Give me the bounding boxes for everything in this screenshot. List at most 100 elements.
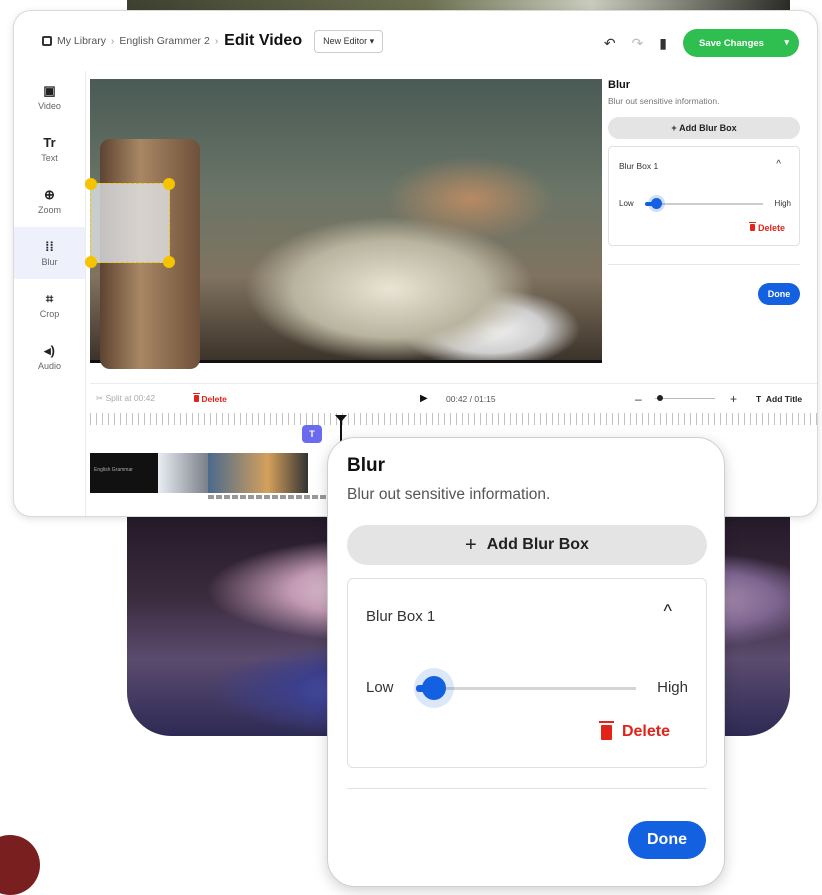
- blur-intensity-slider[interactable]: [651, 198, 662, 209]
- clip-thumbnail[interactable]: English Grammar: [90, 453, 158, 493]
- add-blur-box-button[interactable]: + Add Blur Box: [608, 117, 800, 139]
- trash-icon: [598, 720, 614, 740]
- blur-box-name: Blur Box 1: [619, 161, 659, 171]
- delete-label: Delete: [621, 723, 670, 740]
- crop-icon: ⌗: [45, 290, 54, 306]
- editor-select-value: New Editor: [323, 35, 368, 46]
- title-track-badge[interactable]: T: [302, 425, 322, 443]
- resize-handle[interactable]: [85, 256, 97, 268]
- sidebar-item-zoom[interactable]: ⊕ Zoom: [14, 175, 85, 227]
- split-label: Split at 00:42: [105, 393, 156, 403]
- timeline-zoom-track[interactable]: [655, 398, 715, 399]
- library-icon: [42, 36, 52, 46]
- breadcrumb: My Library › English Grammer 2 ›: [42, 35, 218, 47]
- trash-icon: [193, 392, 200, 402]
- divider: [347, 788, 707, 789]
- blur-intensity-track[interactable]: [645, 203, 763, 205]
- editor-select[interactable]: New Editor ▾: [314, 29, 384, 53]
- breadcrumb-separator: ›: [214, 35, 219, 47]
- sidebar-item-crop[interactable]: ⌗ Crop: [14, 279, 85, 331]
- chevron-down-icon[interactable]: ▾: [784, 37, 789, 48]
- sidebar-item-blur[interactable]: ⁞⁞ Blur: [14, 227, 85, 279]
- add-blur-box-button[interactable]: + Add Blur Box: [347, 525, 707, 565]
- sidebar-item-label: Blur: [41, 256, 58, 267]
- divider: [608, 264, 800, 265]
- resize-handle[interactable]: [163, 256, 175, 268]
- blur-icon: ⁞⁞: [45, 238, 54, 254]
- resize-handle[interactable]: [163, 178, 175, 190]
- delete-label: Delete: [201, 393, 227, 404]
- clip-thumbnail[interactable]: [158, 453, 208, 493]
- save-changes-button[interactable]: Save Changes ▾: [683, 29, 799, 57]
- blur-panel-zoomed: Blur Blur out sensitive information. + A…: [327, 437, 725, 887]
- slider-high-label: High: [657, 679, 688, 696]
- zoom-icon: ⊕: [44, 186, 55, 202]
- add-blur-box-label: Add Blur Box: [679, 123, 737, 133]
- audio-icon: ◂): [44, 342, 55, 358]
- timeline-delete-button[interactable]: Delete: [193, 392, 227, 404]
- resize-handle[interactable]: [85, 178, 97, 190]
- blur-box-region[interactable]: [85, 178, 175, 268]
- playback-time: 00:42 / 01:15: [446, 393, 496, 404]
- text-icon: Tr: [43, 134, 56, 150]
- blur-intensity-slider[interactable]: [422, 676, 446, 700]
- blur-intensity-track[interactable]: [418, 687, 636, 690]
- undo-icon[interactable]: ↶: [604, 35, 616, 52]
- sidebar-item-label: Crop: [39, 308, 60, 319]
- delete-label: Delete: [757, 223, 785, 233]
- zoom-out-icon[interactable]: –: [635, 392, 642, 406]
- blur-box-name: Blur Box 1: [366, 608, 436, 625]
- timeline-ruler[interactable]: [90, 413, 817, 425]
- sidebar-item-label: Zoom: [37, 204, 61, 215]
- delete-blur-box-button[interactable]: Delete: [749, 222, 785, 233]
- save-changes-label: Save Changes: [699, 37, 764, 49]
- panel-subtitle: Blur out sensitive information.: [608, 96, 720, 106]
- add-title-label: Add Title: [765, 393, 803, 404]
- add-blur-box-label: Add Blur Box: [486, 536, 589, 553]
- blur-box-card: Blur Box 1 ^ Low High Delete: [347, 578, 707, 768]
- play-icon[interactable]: ▶: [420, 393, 428, 404]
- audio-waveform: [208, 495, 328, 499]
- slider-high-label: High: [774, 199, 791, 208]
- breadcrumb-separator: ›: [111, 35, 115, 47]
- tool-sidebar: ▣ Video Tr Text ⊕ Zoom ⁞⁞ Blur ⌗ Crop ◂)…: [14, 71, 86, 516]
- timeline-toolbar: ✂ Split at 00:42 Delete ▶ 00:42 / 01:15 …: [90, 383, 817, 413]
- trash-icon: [749, 222, 757, 231]
- clip-thumbnail-text: English Grammar: [94, 467, 133, 473]
- panel-subtitle: Blur out sensitive information.: [347, 486, 551, 503]
- slider-low-label: Low: [619, 199, 634, 208]
- plus-icon: +: [465, 533, 477, 556]
- plus-icon: +: [671, 123, 680, 133]
- split-button[interactable]: ✂ Split at 00:42: [96, 393, 155, 404]
- sidebar-item-audio[interactable]: ◂) Audio: [14, 331, 85, 383]
- clip-thumbnail[interactable]: [208, 453, 308, 493]
- blur-box-card: Blur Box 1 ^ Low High Delete: [608, 146, 800, 246]
- video-preview[interactable]: [85, 79, 602, 369]
- slider-low-label: Low: [366, 679, 394, 696]
- blur-panel: Blur Blur out sensitive information. + A…: [608, 71, 817, 381]
- done-button[interactable]: Done: [758, 283, 800, 305]
- redo-icon[interactable]: ↷: [632, 35, 644, 52]
- sidebar-item-text[interactable]: Tr Text: [14, 123, 85, 175]
- document-icon[interactable]: ▮: [659, 35, 667, 52]
- panel-title: Blur: [347, 455, 385, 476]
- breadcrumb-my-library[interactable]: My Library: [57, 35, 106, 47]
- sidebar-item-video[interactable]: ▣ Video: [14, 71, 85, 123]
- breadcrumb-course[interactable]: English Grammer 2: [119, 35, 209, 47]
- zoom-in-icon[interactable]: +: [730, 392, 737, 406]
- page-title: Edit Video: [224, 32, 303, 49]
- add-title-button[interactable]: T Add Title: [756, 394, 802, 404]
- chevron-up-icon[interactable]: ^: [664, 601, 672, 622]
- sidebar-item-label: Audio: [37, 360, 62, 371]
- video-icon: ▣: [43, 82, 56, 98]
- chevron-up-icon[interactable]: ^: [776, 159, 781, 170]
- sidebar-item-label: Video: [38, 100, 61, 111]
- done-button[interactable]: Done: [628, 821, 706, 859]
- panel-title: Blur: [608, 79, 630, 91]
- delete-blur-box-button[interactable]: Delete: [598, 720, 670, 741]
- chevron-down-icon: ▾: [369, 35, 375, 46]
- sidebar-item-label: Text: [41, 152, 58, 163]
- timeline-zoom-slider[interactable]: [657, 395, 663, 401]
- top-actions: ↶ ↷ ▮ Save Changes ▾: [604, 29, 799, 57]
- decorative-circle: [0, 835, 40, 895]
